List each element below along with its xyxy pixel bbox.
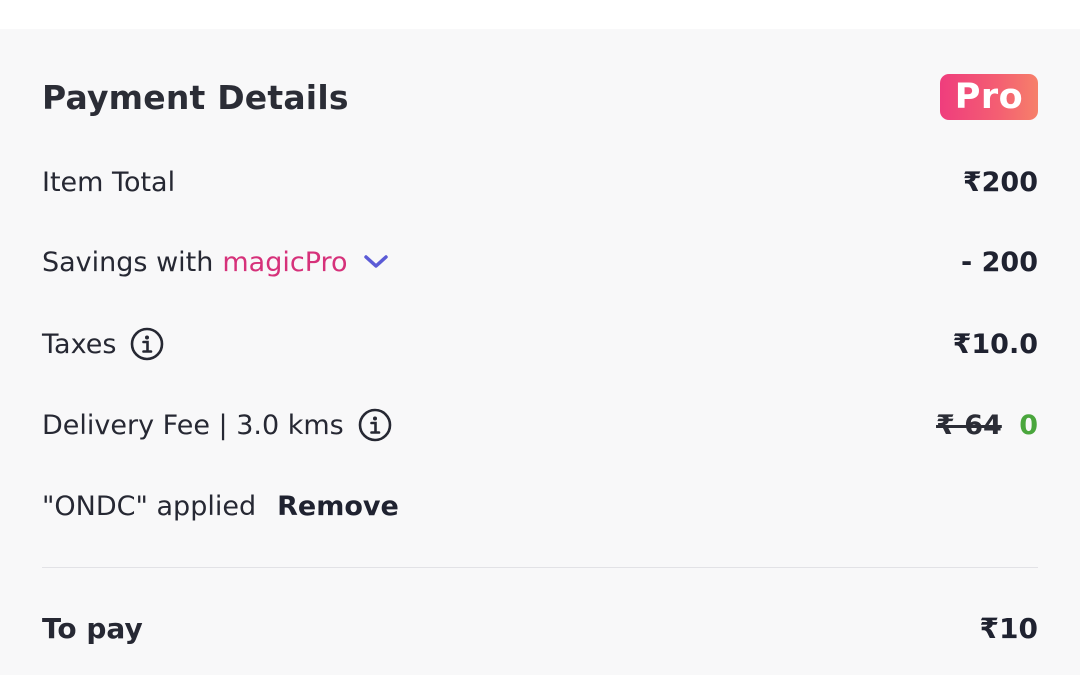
delivery-fee-original: ₹ 64 <box>936 409 1002 441</box>
remove-coupon-button[interactable]: Remove <box>277 491 399 522</box>
delivery-fee-value: 0 <box>1019 409 1038 441</box>
payment-details-header: Payment Details Pro <box>42 73 1038 121</box>
delivery-fee-label: Delivery Fee | 3.0 kms <box>42 409 344 441</box>
savings-label-group[interactable]: Savings with magicPro <box>42 247 390 278</box>
savings-row: Savings with magicPro - 200 <box>42 242 1038 282</box>
savings-label: Savings with <box>42 246 214 278</box>
savings-brand: magicPro <box>222 246 348 278</box>
page-title: Payment Details <box>42 77 349 117</box>
to-pay-row: To pay ₹10 <box>42 608 1038 648</box>
item-total-label: Item Total <box>42 166 176 198</box>
payment-details-card: Payment Details Pro Item Total ₹200 Savi… <box>0 29 1080 675</box>
to-pay-label: To pay <box>42 611 143 645</box>
savings-value: - 200 <box>961 246 1038 278</box>
chevron-down-icon[interactable] <box>362 252 390 272</box>
to-pay-value: ₹10 <box>979 611 1038 645</box>
delivery-fee-values: ₹ 64 0 <box>936 410 1038 441</box>
info-icon[interactable] <box>358 408 392 442</box>
coupon-row: "ONDC" applied Remove <box>42 486 1038 526</box>
item-total-value: ₹200 <box>962 166 1038 198</box>
item-total-row: Item Total ₹200 <box>42 162 1038 202</box>
delivery-fee-row: Delivery Fee | 3.0 kms ₹ 64 0 <box>42 405 1038 445</box>
divider <box>42 567 1038 568</box>
coupon-label: "ONDC" applied <box>42 490 257 522</box>
taxes-value: ₹10.0 <box>952 328 1038 360</box>
taxes-row: Taxes ₹10.0 <box>42 324 1038 364</box>
pro-badge: Pro <box>940 74 1038 120</box>
taxes-label: Taxes <box>42 328 117 360</box>
info-icon[interactable] <box>130 327 164 361</box>
